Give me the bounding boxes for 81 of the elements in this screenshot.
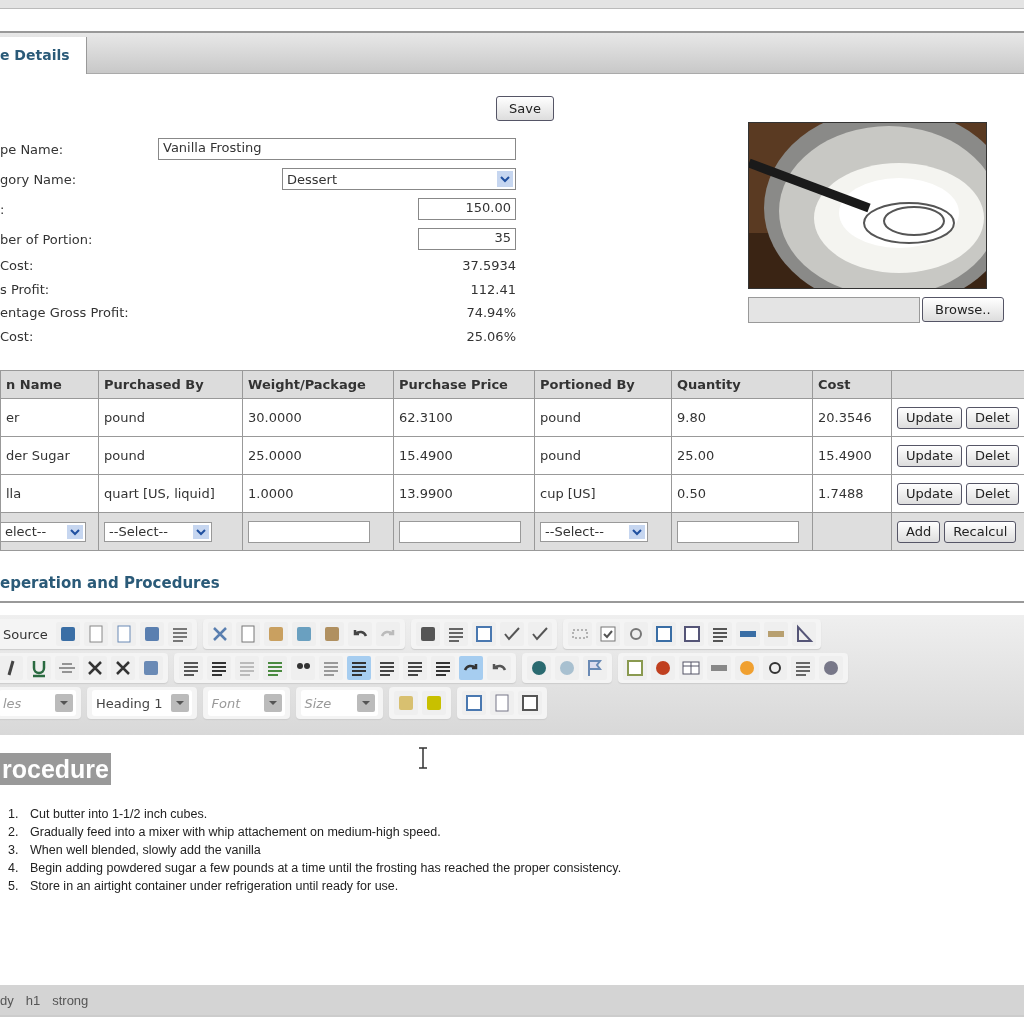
value-text: 37.5934: [462, 258, 516, 274]
table-cell: 1.7488: [812, 474, 892, 513]
table-cell: pound: [98, 398, 243, 437]
table-cell: quart [US, liquid]: [98, 474, 243, 513]
step-number: 5.: [8, 879, 20, 895]
column-header: Quantity: [671, 370, 813, 399]
tab[interactable]: e Details: [0, 37, 87, 74]
column-header: Portioned By: [534, 370, 672, 399]
row-action-button[interactable]: Update: [897, 406, 963, 429]
table-cell: 62.3100: [393, 398, 535, 437]
input-field[interactable]: [677, 520, 799, 543]
file-path-field[interactable]: [748, 297, 920, 323]
step-number: 2.: [8, 825, 20, 841]
browse-button[interactable]: Browse..: [922, 297, 1004, 322]
table-cell: 1.0000: [242, 474, 394, 513]
category-dropdown[interactable]: Dessert: [282, 168, 516, 190]
number-field[interactable]: 35: [418, 228, 516, 250]
field-label: :: [0, 201, 5, 217]
value-text: 25.06%: [466, 328, 516, 344]
text-cursor-icon: [418, 747, 428, 769]
field-label: s Profit:: [0, 281, 50, 297]
field-label: pe Name:: [0, 141, 64, 157]
row-action-button[interactable]: Add: [897, 520, 941, 543]
source-button[interactable]: Source: [0, 626, 52, 642]
table-cell: pound: [98, 436, 243, 475]
step-text: Gradually feed into a mixer with whip attachement on medium-high speed.: [30, 825, 441, 841]
row-action-button[interactable]: Delet: [966, 444, 1019, 467]
value-text: 112.41: [470, 281, 516, 297]
step-text: When well blended, slowly add the vanilla: [30, 843, 261, 859]
table-cell: er: [0, 398, 99, 437]
field-label: ber of Portion:: [0, 231, 93, 247]
table-cell: 25.0000: [242, 436, 394, 475]
table-cell: 25.00: [671, 436, 813, 475]
select-dropdown[interactable]: --Select--: [104, 521, 212, 542]
table-cell: lla: [0, 474, 99, 513]
field-label: gory Name:: [0, 171, 77, 187]
column-header: Cost: [812, 370, 892, 399]
align-left-icon[interactable]: [347, 656, 371, 680]
input-field[interactable]: [248, 520, 370, 543]
select-dropdown[interactable]: elect--: [1, 521, 86, 542]
path-item[interactable]: h1: [25, 992, 41, 1008]
table-cell: 15.4900: [812, 436, 892, 475]
step-text: Cut butter into 1-1/2 inch cubes.: [30, 807, 208, 823]
name-field[interactable]: Vanilla Frosting: [158, 138, 516, 160]
table-cell: 20.3546: [812, 398, 892, 437]
select-dropdown[interactable]: --Select--: [540, 521, 648, 542]
heading: rocedure: [0, 753, 111, 785]
row-action-button[interactable]: Delet: [966, 406, 1019, 429]
field-label: Cost:: [0, 258, 34, 274]
number-field[interactable]: 150.00: [418, 198, 516, 220]
section-title: eperation and Procedures: [0, 574, 220, 592]
field-label: entage Gross Profit:: [0, 305, 129, 321]
row-action-button[interactable]: Update: [897, 482, 963, 505]
row-action-button[interactable]: Recalcul: [944, 520, 1017, 543]
path-item[interactable]: strong: [52, 992, 89, 1008]
format-dropdown[interactable]: Heading 1: [92, 690, 192, 716]
table-cell: cup [US]: [534, 474, 672, 513]
column-header: Purchased By: [98, 370, 243, 399]
step-text: Store in an airtight container under refrigeration until ready for use.: [30, 879, 399, 895]
step-number: 4.: [8, 861, 20, 877]
table-cell: 0.50: [671, 474, 813, 513]
column-header: n Name: [0, 370, 99, 399]
table-cell: der Sugar: [0, 436, 99, 475]
table-cell: 9.80: [671, 398, 813, 437]
table-cell: 15.4900: [393, 436, 535, 475]
value-text: 74.94%: [466, 305, 516, 321]
row-action-button[interactable]: Update: [897, 444, 963, 467]
row-action-button[interactable]: Delet: [966, 482, 1019, 505]
field-label: Cost:: [0, 328, 34, 344]
input-field[interactable]: [399, 520, 521, 543]
step-text: Begin adding powdered sugar a few pounds at a time until the frosting has reached the proper consistency.: [30, 861, 622, 877]
table-cell: pound: [534, 398, 672, 437]
path-item[interactable]: dy: [0, 992, 14, 1008]
step-number: 3.: [8, 843, 20, 859]
column-header: Purchase Price: [393, 370, 535, 399]
save-button[interactable]: Save: [496, 96, 554, 121]
table-cell: pound: [534, 436, 672, 475]
table-cell: 13.9900: [393, 474, 535, 513]
column-header: Weight/Package: [242, 370, 394, 399]
table-cell: 30.0000: [242, 398, 394, 437]
step-number: 1.: [8, 807, 20, 823]
